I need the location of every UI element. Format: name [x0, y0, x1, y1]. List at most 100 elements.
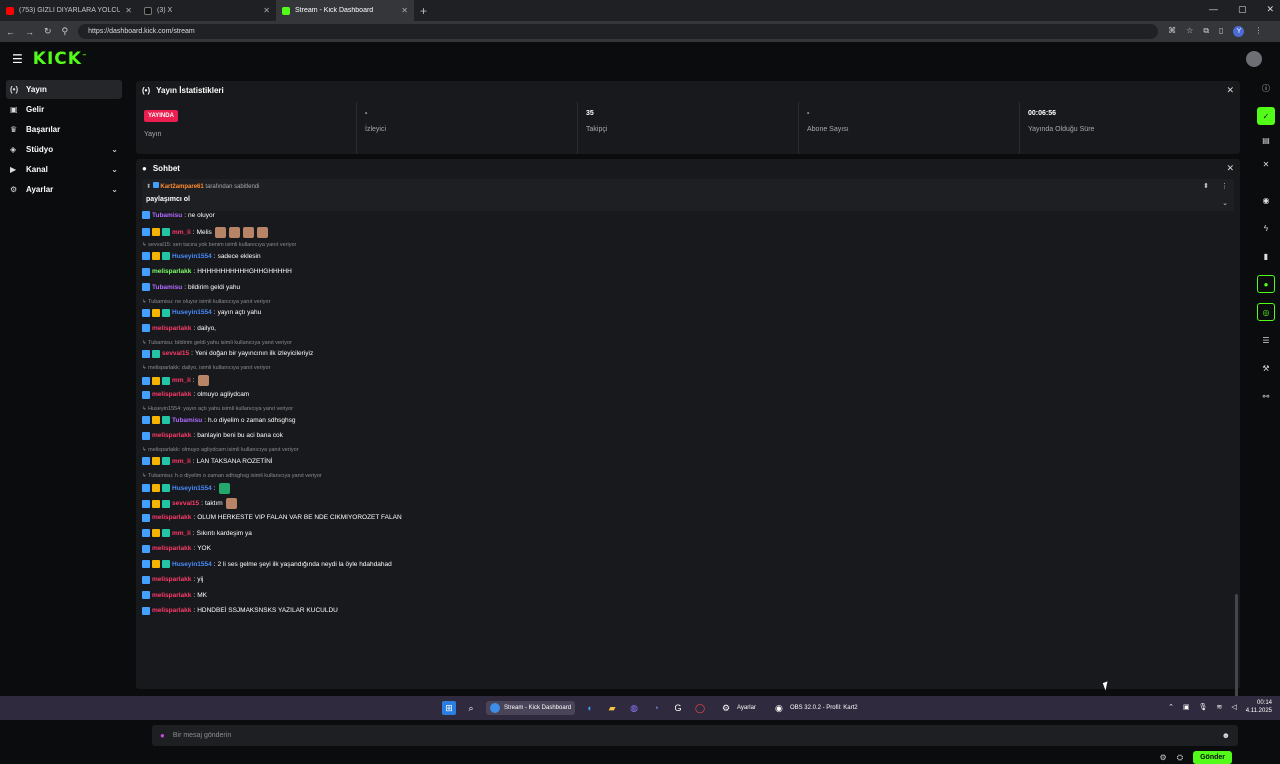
close-window-icon[interactable]: ✕	[1266, 4, 1274, 15]
chat-username[interactable]: Tubamisu	[152, 212, 182, 219]
menu-dots-icon[interactable]: ⋮	[1254, 26, 1262, 37]
chat-username[interactable]: sevval15	[162, 350, 189, 357]
emoji-icon[interactable]: ☻	[1222, 731, 1230, 740]
wifi-icon[interactable]: ≋	[1216, 703, 1222, 711]
chat-username[interactable]: Huseyin1554	[172, 561, 212, 568]
sidebar-item-yayin[interactable]: (•) Yayın	[6, 80, 122, 99]
close-icon[interactable]: ✕	[1226, 85, 1234, 96]
chat-username[interactable]: melisparlakk	[152, 268, 191, 275]
maximize-icon[interactable]: ▢	[1238, 4, 1247, 15]
document-icon[interactable]: ▮	[1257, 247, 1275, 265]
hamburger-menu-icon[interactable]: ☰	[12, 52, 23, 66]
folder-icon[interactable]: ▰	[605, 701, 619, 715]
url-bar[interactable]: https://dashboard.kick.com/stream	[78, 24, 1159, 39]
epic-icon[interactable]: G	[671, 701, 685, 715]
emote-icon[interactable]	[242, 226, 254, 238]
taskbar-obs[interactable]: ◉ OBS 32.0.2 - Profil: Kart2	[768, 699, 862, 717]
sidebar-item-basarilar[interactable]: ♛ Başarılar	[6, 120, 122, 139]
chat-username[interactable]: Tubamisu	[172, 417, 202, 424]
profile-avatar[interactable]: Y	[1233, 26, 1245, 37]
chat-username[interactable]: mm_li	[172, 377, 191, 384]
opera-icon[interactable]: ◯	[693, 701, 707, 715]
chat-username[interactable]: mm_li	[172, 458, 191, 465]
info-icon[interactable]: ⓘ	[1257, 79, 1275, 97]
chat-username[interactable]: Huseyin1554	[172, 253, 212, 260]
emote-icon[interactable]	[197, 375, 209, 386]
chat-username[interactable]: Huseyin1554	[172, 309, 212, 316]
extensions-icon[interactable]: ⧉	[1203, 26, 1209, 37]
sidebar-item-ayarlar[interactable]: ⚙ Ayarlar ⌄	[6, 180, 122, 199]
pinned-by-user[interactable]: Kart2ampare61	[160, 184, 203, 190]
chat-username[interactable]: Huseyin1554	[172, 485, 212, 492]
broadcast-icon[interactable]: ◎	[1257, 303, 1275, 321]
sidepanel-icon[interactable]: ▯	[1219, 26, 1223, 37]
chat-username[interactable]: melisparlakk	[152, 325, 191, 332]
volume-icon[interactable]: ◁	[1231, 703, 1236, 711]
steam-icon[interactable]: ◍	[627, 701, 641, 715]
chevron-down-icon[interactable]: ⌄	[1222, 199, 1228, 207]
emote-icon[interactable]	[218, 482, 230, 494]
chat-username[interactable]: melisparlakk	[152, 576, 191, 583]
emote-icon[interactable]	[225, 498, 237, 509]
sliders-icon[interactable]: ⚯	[1257, 387, 1275, 405]
chat-username[interactable]: mm_li	[172, 229, 191, 236]
sidebar-item-studyo[interactable]: ◈ Stüdyo ⌄	[6, 140, 122, 159]
more-options-icon[interactable]: ⋮	[1221, 182, 1228, 190]
tray-chevron-icon[interactable]: ⌃	[1168, 703, 1174, 711]
browser-tab-1[interactable]: (753) GİZLİ DİYARLARA YOLCUL ✕	[0, 0, 138, 21]
chat-input[interactable]: ● Bir mesaj gönderin ☻	[152, 725, 1238, 746]
list-icon[interactable]: ☰	[1257, 331, 1275, 349]
forward-icon[interactable]: →	[25, 27, 34, 37]
taskbar-chrome[interactable]: Stream - Kick Dashboard	[486, 701, 576, 715]
site-info-icon[interactable]: ⚲	[62, 26, 69, 37]
wrench-icon[interactable]: ⚒	[1257, 359, 1275, 377]
checkmark-icon[interactable]: ✓	[1257, 107, 1275, 125]
microphone-icon[interactable]: ●	[160, 731, 165, 740]
close-icon[interactable]: ✕	[1257, 155, 1275, 173]
bookmark-star-icon[interactable]: ☆	[1186, 26, 1193, 37]
chat-username[interactable]: melisparlakk	[152, 592, 191, 599]
chat-username[interactable]: Tubamisu	[152, 284, 182, 291]
close-tab-icon[interactable]: ✕	[125, 6, 132, 15]
close-tab-icon[interactable]: ✕	[263, 6, 270, 15]
chat-username[interactable]: melisparlakk	[152, 432, 191, 439]
chat-username[interactable]: melisparlakk	[152, 514, 191, 521]
sidebar-item-kanal[interactable]: ▶ Kanal ⌄	[6, 160, 122, 179]
browser-tab-2[interactable]: (3) X ✕	[138, 0, 276, 21]
translate-icon[interactable]: ⌘	[1168, 26, 1176, 37]
chat-username[interactable]: melisparlakk	[152, 607, 191, 614]
unpin-icon[interactable]: ⬍	[1203, 182, 1209, 190]
emote-icon[interactable]	[214, 226, 226, 238]
user-avatar[interactable]	[1246, 51, 1262, 67]
send-button[interactable]: Gönder	[1193, 751, 1232, 764]
clock[interactable]: 00:14 4.11.2025	[1246, 699, 1272, 715]
reload-icon[interactable]: ↻	[44, 26, 52, 37]
chat-username[interactable]: sevval15	[172, 500, 199, 507]
chat-icon[interactable]: ●	[1257, 275, 1275, 293]
tray-app-icon[interactable]: ▣	[1183, 703, 1190, 711]
discord-icon[interactable]: ◔	[649, 701, 663, 715]
settings-gear-icon[interactable]: ⚙	[1160, 753, 1167, 762]
camera-icon[interactable]: ◉	[1257, 191, 1275, 209]
close-icon[interactable]: ✕	[1226, 163, 1234, 174]
lightning-icon[interactable]: ϟ	[1257, 219, 1275, 237]
new-tab-button[interactable]: +	[420, 4, 427, 18]
close-tab-icon[interactable]: ✕	[401, 6, 408, 15]
emote-icon[interactable]	[228, 226, 240, 238]
chat-username[interactable]: mm_li	[172, 530, 191, 537]
layout-icon[interactable]: ▤	[1257, 131, 1275, 149]
search-icon[interactable]: ⌕	[464, 701, 478, 715]
taskbar-settings[interactable]: ⚙ Ayarlar	[715, 699, 760, 717]
sidebar-item-gelir[interactable]: ▣ Gelir	[6, 100, 122, 119]
kick-logo[interactable]: KICK™	[33, 49, 88, 69]
windows-start-icon[interactable]: ⊞	[442, 701, 456, 715]
chat-username[interactable]: melisparlakk	[152, 545, 191, 552]
chat-username[interactable]: melisparlakk	[152, 391, 191, 398]
back-icon[interactable]: ←	[6, 27, 15, 37]
browser-tab-3[interactable]: Stream - Kick Dashboard ✕	[276, 0, 414, 21]
chat-scrollbar[interactable]	[1235, 594, 1238, 704]
moderation-icon[interactable]: ⛭	[1177, 753, 1183, 763]
microphone-tray-icon[interactable]: 🎙	[1199, 703, 1208, 711]
emote-icon[interactable]	[256, 226, 268, 238]
edge-icon[interactable]: ◐	[583, 701, 597, 715]
